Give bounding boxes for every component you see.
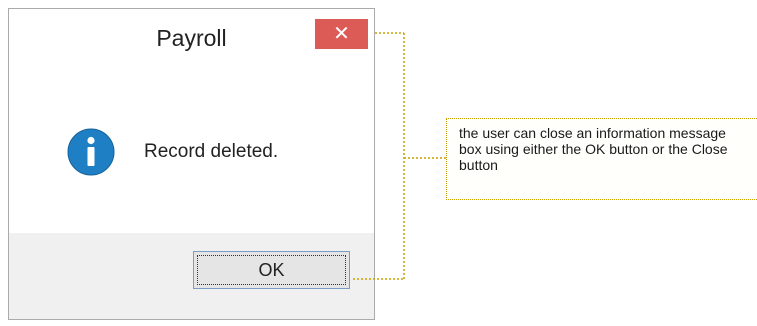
- callout-box: the user can close an information messag…: [446, 118, 757, 200]
- callout-text: the user can close an information messag…: [459, 125, 728, 173]
- screenshot-stage: Payroll ✕ Record deleted. OK the user ca…: [0, 0, 757, 326]
